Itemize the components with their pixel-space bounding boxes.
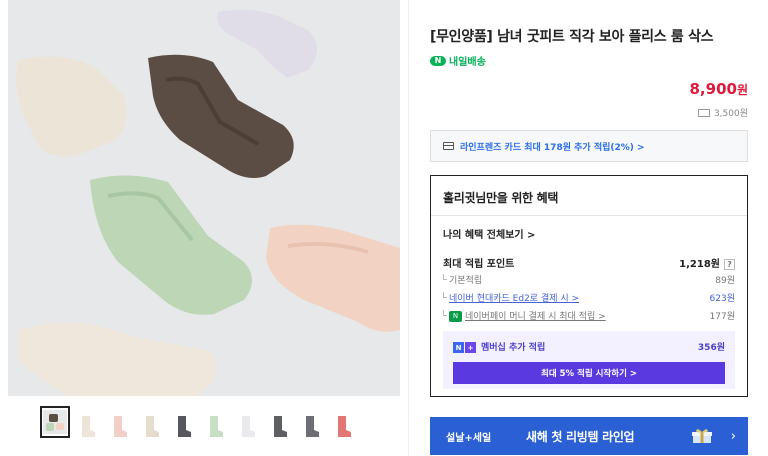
help-icon[interactable]: ? <box>724 259 735 270</box>
max-points-value: 1,218원 <box>679 259 720 270</box>
shipping-fee: 3,500원 <box>697 106 748 119</box>
sock-thumb-icon <box>178 416 191 437</box>
product-gallery <box>0 0 400 456</box>
thumbnail-gray[interactable] <box>296 406 326 438</box>
price: 8,900원 <box>690 80 749 98</box>
banner-tag: 설날+세일 <box>446 432 492 444</box>
thumbnail-multi[interactable] <box>40 406 70 438</box>
sock-thumb-icon <box>274 416 287 437</box>
socks-photo <box>8 0 400 396</box>
view-all-benefits-link[interactable]: 나의 혜택 전체보기 > <box>443 226 535 241</box>
thumbnail-charcoal[interactable] <box>168 406 198 438</box>
points-row-hyundai-card[interactable]: 네이버 현대카드 Ed2로 결제 시 > 623원 <box>443 291 735 304</box>
chevron-right-icon: › <box>730 428 736 444</box>
sock-thumb-icon <box>114 416 127 437</box>
thumbnail-dark-gray[interactable] <box>264 406 294 438</box>
truck-icon <box>697 108 710 117</box>
price-unit: 원 <box>736 83 748 97</box>
banner-text: 새해 첫 리빙템 라인업 <box>526 429 635 444</box>
points-row-label: 기본적립 <box>443 273 482 286</box>
naverpay-icon: N <box>449 311 462 322</box>
thumbnail-cream[interactable] <box>72 406 102 438</box>
points-row-label: N 네이버페이 머니 결제 시 최대 적립 > <box>443 309 606 322</box>
product-title: [무인양품] 남녀 굿피트 직각 보아 플리스 룸 삭스 <box>430 29 714 45</box>
price-value: 8,900 <box>689 80 737 98</box>
benefit-box: 홀리귓님만을 위한 혜택 나의 혜택 전체보기 > 최대 적립 포인트 1,21… <box>430 175 748 397</box>
promo-banner[interactable]: 설날+세일 새해 첫 리빙템 라인업 › <box>430 417 748 455</box>
shipping-fee-value: 3,500원 <box>713 109 748 119</box>
delivery-badge: N 내일배송 <box>430 53 486 68</box>
n-delivery-icon: N <box>430 55 446 66</box>
sock-thumb-icon <box>242 416 255 437</box>
membership-value: 356원 <box>697 343 725 353</box>
sock-thumb-icon <box>146 416 159 437</box>
thumbnail-mint[interactable] <box>200 406 230 438</box>
points-row-basic: 기본적립 89원 <box>443 273 735 286</box>
thumbnail-multi-image <box>43 410 67 434</box>
start-membership-button[interactable]: 최대 5% 적립 시작하기 > <box>453 362 725 384</box>
max-points-row: 최대 적립 포인트 1,218원? <box>443 255 735 270</box>
points-row-label: 네이버 현대카드 Ed2로 결제 시 > <box>443 291 579 304</box>
thumbnail-pink[interactable] <box>104 406 134 438</box>
sock-thumb-icon <box>306 416 319 437</box>
thumbnail-strip <box>40 406 358 438</box>
membership-row: N + 멤버십 추가 적립 356원 <box>453 340 725 353</box>
credit-card-icon <box>443 142 454 150</box>
benefit-title: 홀리귓님만을 위한 혜택 <box>431 176 747 216</box>
naver-plus-icon: N + <box>453 342 476 353</box>
points-row-value: 177원 <box>709 312 735 322</box>
product-main-image[interactable] <box>8 0 400 396</box>
sock-thumb-icon <box>338 416 351 437</box>
sock-thumb-icon <box>82 416 95 437</box>
delivery-label: 내일배송 <box>449 57 486 68</box>
points-row-link-text[interactable]: 네이버페이 머니 결제 시 최대 적립 > <box>465 312 606 322</box>
thumbnail-red[interactable] <box>328 406 358 438</box>
points-row-value: 623원 <box>709 294 735 304</box>
product-info-panel: [무인양품] 남녀 굿피트 직각 보아 플리스 룸 삭스 N 내일배송 8,90… <box>430 0 748 456</box>
sock-thumb-icon <box>210 416 223 437</box>
membership-box: N + 멤버십 추가 적립 356원 최대 5% 적립 시작하기 > <box>443 331 735 389</box>
card-promo-banner[interactable]: 라인프렌즈 카드 최대 178원 추가 적립(2%) > <box>430 130 748 162</box>
max-points-label: 최대 적립 포인트 <box>443 259 515 270</box>
card-promo-text: 라인프렌즈 카드 최대 178원 추가 적립(2%) > <box>460 142 645 153</box>
membership-label: 멤버십 추가 적립 <box>481 343 546 353</box>
thumbnail-beige[interactable] <box>136 406 166 438</box>
points-row-naverpay-money[interactable]: N 네이버페이 머니 결제 시 최대 적립 > 177원 <box>443 309 735 322</box>
points-row-link-text[interactable]: 네이버 현대카드 Ed2로 결제 시 > <box>449 294 579 304</box>
panel-divider <box>408 0 409 456</box>
gift-box-icon <box>691 429 712 443</box>
thumbnail-white[interactable] <box>232 406 262 438</box>
points-row-value: 89원 <box>715 276 735 286</box>
